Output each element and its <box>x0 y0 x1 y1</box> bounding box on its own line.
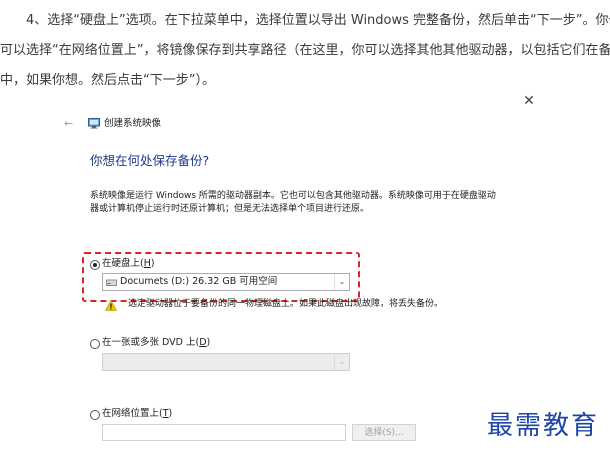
system-image-icon <box>88 118 100 129</box>
window-title: 创建系统映像 <box>104 118 162 129</box>
highlight-annotation <box>82 252 360 302</box>
dvd-label[interactable]: 在一张或多张 DVD 上(D) <box>102 337 210 349</box>
warning-icon <box>105 300 117 311</box>
article-line-1: 4、选择“硬盘上”选项。在下拉菜单中，选择位置以导出 Windows 完整备份，… <box>26 13 610 28</box>
description-text: 系统映像是运行 Windows 所需的驱动器副本。它也可以包含其他驱动器。系统映… <box>90 190 530 216</box>
dvd-radio[interactable] <box>90 339 100 349</box>
back-button[interactable]: ← <box>64 118 78 130</box>
select-network-button[interactable]: 选择(S)... <box>352 424 416 441</box>
dvd-drive-select[interactable]: ⌄ <box>102 353 350 371</box>
network-radio[interactable] <box>90 410 100 420</box>
description-line-2: 器或计算机停止运行时还原计算机；但是无法选择单个项目进行还原。 <box>90 204 370 214</box>
network-label[interactable]: 在网络位置上(T) <box>102 408 172 420</box>
back-arrow-icon: ← <box>64 117 74 130</box>
close-icon: ✕ <box>523 93 535 109</box>
article-text: 4、选择“硬盘上”选项。在下拉菜单中，选择位置以导出 Windows 完整备份，… <box>0 6 610 96</box>
chevron-down-icon: ⌄ <box>334 354 349 370</box>
page-heading: 你想在何处保存备份? <box>90 153 210 168</box>
description-line-1: 系统映像是运行 Windows 所需的驱动器副本。它也可以包含其他驱动器。系统映… <box>90 191 496 201</box>
create-system-image-dialog: ✕ ← 创建系统映像 你想在何处保存备份? 系统映像是运行 Windows 所需… <box>60 92 540 458</box>
close-button[interactable]: ✕ <box>522 94 536 108</box>
warning-text: 选定驱动器位于要备份的同一物理磁盘上。如果此磁盘出现故障，将丢失备份。 <box>128 299 444 309</box>
network-path-field[interactable] <box>102 424 346 441</box>
watermark-logo: 最需教育 <box>487 411 600 441</box>
article-line-2: 可以选择“在网络位置上”，将镜像保存到共享路径（在这里，你可以选择其他其他驱动器… <box>0 43 610 58</box>
